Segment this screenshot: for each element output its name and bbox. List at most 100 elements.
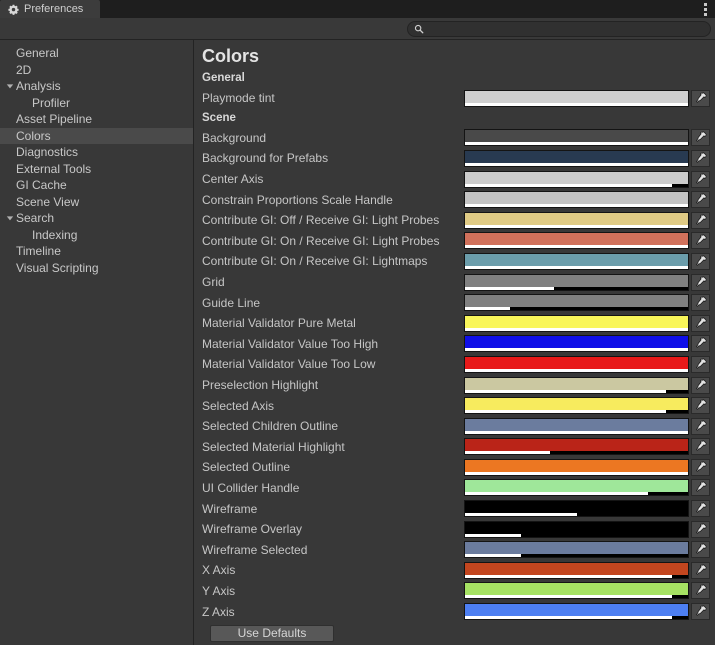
color-swatch[interactable] [464, 562, 689, 579]
color-swatch[interactable] [464, 171, 689, 188]
sidebar-item-asset-pipeline[interactable]: Asset Pipeline [0, 111, 193, 128]
sidebar-item-diagnostics[interactable]: Diagnostics [0, 144, 193, 161]
sidebar-item-timeline[interactable]: Timeline [0, 243, 193, 260]
color-swatch[interactable] [464, 500, 689, 517]
color-swatch[interactable] [464, 418, 689, 435]
color-swatch[interactable] [464, 253, 689, 270]
eyedropper-icon[interactable] [691, 479, 710, 496]
color-swatch[interactable] [464, 397, 689, 414]
color-swatch[interactable] [464, 459, 689, 476]
alpha-track [465, 328, 688, 331]
color-swatch[interactable] [464, 274, 689, 291]
color-swatch[interactable] [464, 150, 689, 167]
page-title: Colors [202, 40, 715, 69]
eyedropper-icon[interactable] [691, 459, 710, 476]
eyedropper-icon[interactable] [691, 500, 710, 517]
alpha-track [465, 451, 688, 454]
color-row: Wireframe [202, 498, 715, 519]
color-field [464, 191, 712, 208]
color-swatch[interactable] [464, 191, 689, 208]
window-body: General2DAnalysisProfilerAsset PipelineC… [0, 40, 715, 645]
color-swatch-fill [465, 233, 688, 245]
alpha-track [465, 103, 688, 106]
color-row: Material Validator Pure Metal [202, 313, 715, 334]
color-swatch[interactable] [464, 541, 689, 558]
sidebar-item-profiler[interactable]: Profiler [0, 95, 193, 112]
color-swatch[interactable] [464, 377, 689, 394]
search-box[interactable] [407, 21, 711, 37]
alpha-fill [465, 534, 521, 537]
sidebar-item-2d[interactable]: 2D [0, 62, 193, 79]
tab-label: Preferences [24, 4, 83, 15]
color-swatch[interactable] [464, 356, 689, 373]
eyedropper-icon[interactable] [691, 438, 710, 455]
eyedropper-icon[interactable] [691, 90, 710, 107]
color-swatch[interactable] [464, 335, 689, 352]
eyedropper-icon[interactable] [691, 418, 710, 435]
eyedropper-icon[interactable] [691, 150, 710, 167]
eyedropper-icon[interactable] [691, 541, 710, 558]
color-swatch[interactable] [464, 90, 689, 107]
eyedropper-icon[interactable] [691, 582, 710, 599]
color-field [464, 377, 712, 394]
eyedropper-icon[interactable] [691, 315, 710, 332]
tab-preferences[interactable]: Preferences [0, 0, 100, 18]
alpha-fill [465, 184, 672, 187]
color-swatch[interactable] [464, 129, 689, 146]
sidebar-item-visual-scripting[interactable]: Visual Scripting [0, 260, 193, 277]
sidebar-item-label: General [16, 47, 59, 59]
eyedropper-icon[interactable] [691, 562, 710, 579]
eyedropper-icon[interactable] [691, 274, 710, 291]
color-row: Preselection Highlight [202, 375, 715, 396]
eyedropper-icon[interactable] [691, 253, 710, 270]
color-swatch[interactable] [464, 479, 689, 496]
chevron-down-icon[interactable] [4, 82, 16, 90]
color-swatch[interactable] [464, 212, 689, 229]
eyedropper-icon[interactable] [691, 129, 710, 146]
sidebar-item-scene-view[interactable]: Scene View [0, 194, 193, 211]
search-input[interactable] [428, 23, 704, 34]
color-row: Material Validator Value Too High [202, 334, 715, 355]
eyedropper-icon[interactable] [691, 232, 710, 249]
sidebar-item-general[interactable]: General [0, 45, 193, 62]
color-swatch[interactable] [464, 294, 689, 311]
sidebar-item-analysis[interactable]: Analysis [0, 78, 193, 95]
alpha-fill [465, 266, 688, 269]
eyedropper-icon[interactable] [691, 603, 710, 620]
eyedropper-icon[interactable] [691, 335, 710, 352]
color-row: Grid [202, 272, 715, 293]
sidebar-item-colors[interactable]: Colors [0, 128, 193, 145]
color-swatch[interactable] [464, 603, 689, 620]
alpha-track [465, 410, 688, 413]
sidebar-item-search[interactable]: Search [0, 210, 193, 227]
sidebar-item-gi-cache[interactable]: GI Cache [0, 177, 193, 194]
color-field [464, 459, 712, 476]
color-swatch[interactable] [464, 582, 689, 599]
colors-settings-pane: Colors GeneralPlaymode tintSceneBackgrou… [194, 40, 715, 645]
eyedropper-icon[interactable] [691, 212, 710, 229]
color-swatch[interactable] [464, 232, 689, 249]
pane-footer: Use Defaults [202, 622, 715, 642]
color-field [464, 356, 712, 373]
alpha-fill [465, 348, 688, 351]
use-defaults-button[interactable]: Use Defaults [210, 625, 334, 642]
eyedropper-icon[interactable] [691, 191, 710, 208]
alpha-track [465, 369, 688, 372]
eyedropper-icon[interactable] [691, 356, 710, 373]
eyedropper-icon[interactable] [691, 397, 710, 414]
eyedropper-icon[interactable] [691, 294, 710, 311]
color-swatch[interactable] [464, 521, 689, 538]
color-swatch[interactable] [464, 438, 689, 455]
color-swatch[interactable] [464, 315, 689, 332]
color-row: Constrain Proportions Scale Handle [202, 189, 715, 210]
eyedropper-icon[interactable] [691, 377, 710, 394]
chevron-down-icon[interactable] [4, 214, 16, 222]
alpha-fill [465, 287, 554, 290]
sidebar-item-external-tools[interactable]: External Tools [0, 161, 193, 178]
color-swatch-fill [465, 254, 688, 266]
kebab-menu-icon[interactable] [698, 0, 712, 18]
eyedropper-icon[interactable] [691, 171, 710, 188]
color-row: Contribute GI: On / Receive GI: Lightmap… [202, 251, 715, 272]
sidebar-item-indexing[interactable]: Indexing [0, 227, 193, 244]
eyedropper-icon[interactable] [691, 521, 710, 538]
